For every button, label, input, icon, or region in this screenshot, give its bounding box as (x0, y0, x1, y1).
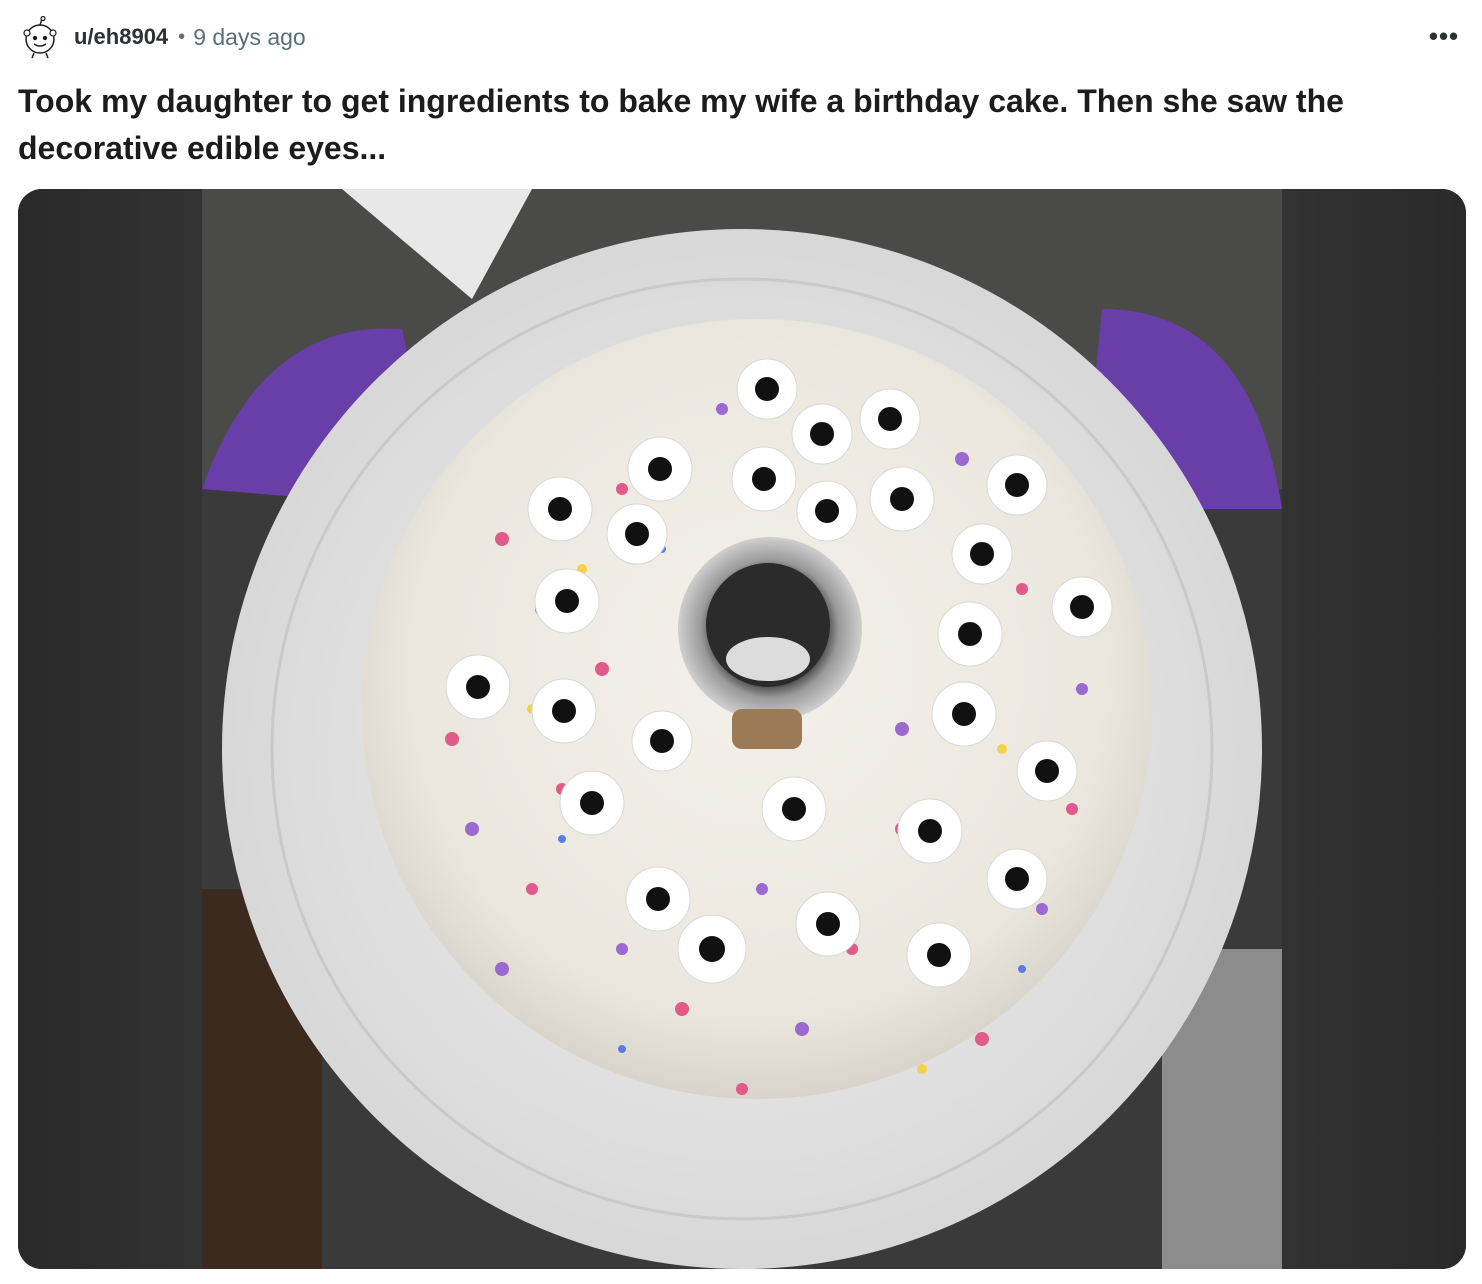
post-title[interactable]: Took my daughter to get ingredients to b… (18, 78, 1438, 172)
avatar-icon[interactable] (18, 15, 62, 59)
meta-separator: • (178, 25, 186, 48)
cake-photo (202, 189, 1282, 1269)
post-card[interactable]: u/eh8904 • 9 days ago ••• Took my daught… (0, 0, 1482, 1284)
more-horizontal-icon: ••• (1428, 20, 1460, 51)
more-options-button[interactable]: ••• (1426, 20, 1462, 51)
post-meta: u/eh8904 • 9 days ago (18, 12, 306, 62)
post-image[interactable] (18, 189, 1466, 1269)
username-link[interactable]: u/eh8904 (74, 24, 168, 50)
post-timestamp: 9 days ago (193, 23, 306, 50)
